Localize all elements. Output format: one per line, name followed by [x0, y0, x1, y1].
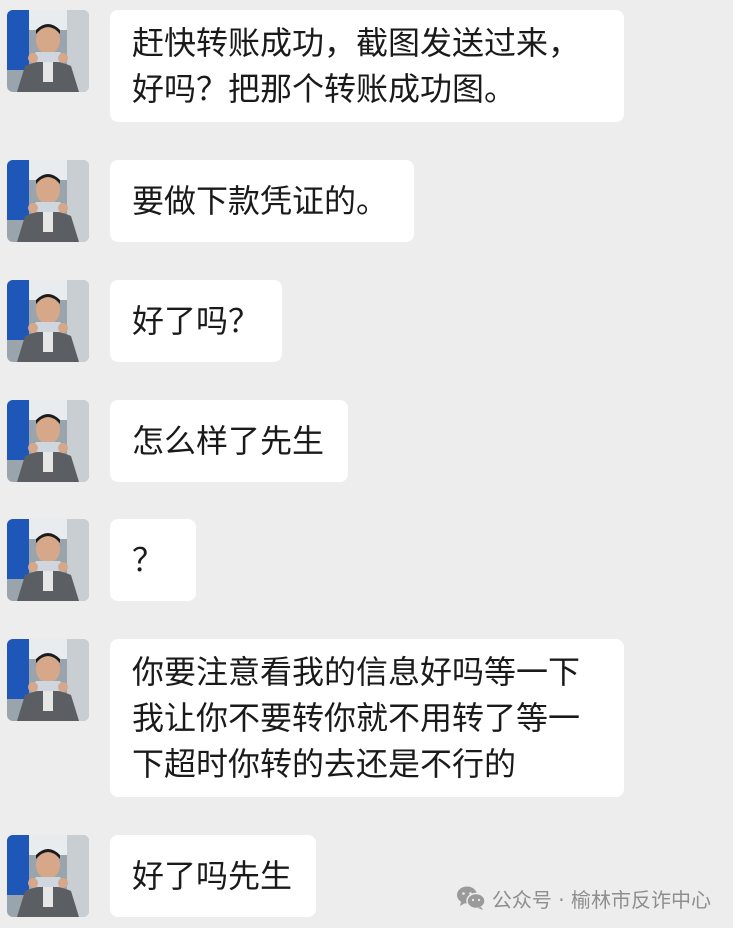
avatar-photo-icon — [7, 280, 89, 362]
avatar-photo-icon — [7, 10, 89, 92]
message-text: 你要注意看我的信息好吗等一下我让你不要转你就不用转了等一下超时你转的去还是不行的 — [132, 653, 581, 783]
watermark: 公众号 · 榆林市反诈中心 — [456, 883, 711, 913]
avatar[interactable] — [7, 160, 89, 242]
message-text: 好了吗？ — [132, 302, 261, 340]
message-bubble[interactable]: 要做下款凭证的。 — [110, 160, 414, 242]
watermark-text: 公众号 · 榆林市反诈中心 — [491, 887, 711, 912]
avatar-photo-icon — [7, 519, 89, 601]
message-bubble[interactable]: ？ — [110, 519, 196, 601]
avatar[interactable] — [7, 519, 89, 601]
avatar[interactable] — [7, 639, 89, 721]
avatar-photo-icon — [7, 639, 89, 721]
message-text: 赶快转账成功，截图发送过来，好吗？把那个转账成功图。 — [132, 24, 581, 108]
wechat-icon — [456, 885, 486, 911]
message-text: 怎么样了先生 — [132, 422, 325, 460]
message-text: 要做下款凭证的。 — [132, 182, 389, 220]
avatar[interactable] — [7, 835, 89, 917]
avatar[interactable] — [7, 280, 89, 362]
avatar-photo-icon — [7, 400, 89, 482]
message-bubble[interactable]: 怎么样了先生 — [110, 400, 348, 482]
message-bubble[interactable]: 好了吗？ — [110, 280, 282, 362]
message-text: 好了吗先生 — [132, 857, 293, 895]
avatar-photo-icon — [7, 160, 89, 242]
avatar[interactable] — [7, 10, 89, 92]
avatar-photo-icon — [7, 835, 89, 917]
avatar[interactable] — [7, 400, 89, 482]
message-bubble[interactable]: 赶快转账成功，截图发送过来，好吗？把那个转账成功图。 — [110, 10, 624, 122]
message-bubble[interactable]: 好了吗先生 — [110, 835, 316, 917]
message-bubble[interactable]: 你要注意看我的信息好吗等一下我让你不要转你就不用转了等一下超时你转的去还是不行的 — [110, 639, 624, 797]
message-text: ？ — [132, 541, 165, 579]
